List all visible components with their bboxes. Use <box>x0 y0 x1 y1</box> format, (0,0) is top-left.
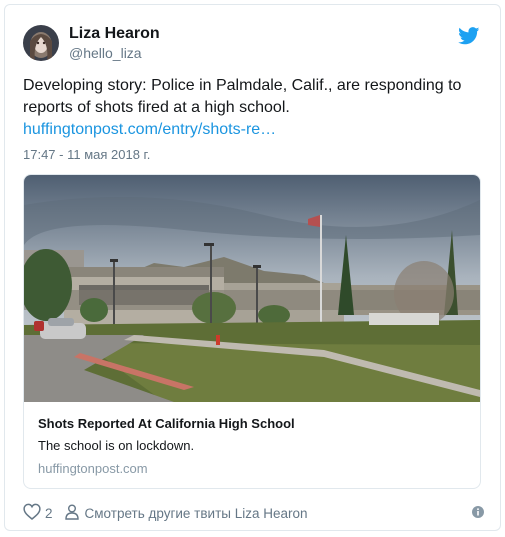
info-icon[interactable] <box>472 505 484 518</box>
like-count[interactable]: 2 <box>45 506 53 521</box>
link-card[interactable]: Shots Reported At California High School… <box>23 174 481 489</box>
tweet-timestamp[interactable]: 17:47 - 11 мая 2018 г. <box>23 147 150 162</box>
heart-icon[interactable] <box>23 503 41 523</box>
person-icon <box>64 504 79 523</box>
card-domain: huffingtonpost.com <box>38 461 148 476</box>
card-image[interactable] <box>24 175 480 402</box>
tweet-footer: 2 Смотреть другие твиты Liza Hearon <box>23 503 308 523</box>
tweet-text: Developing story: Police in Palmdale, Ca… <box>23 75 483 141</box>
embedded-tweet: Liza Hearon @hello_liza Developing story… <box>4 4 501 531</box>
card-title[interactable]: Shots Reported At California High School <box>38 416 295 431</box>
more-tweets-link[interactable]: Смотреть другие твиты Liza Hearon <box>85 506 308 521</box>
twitter-bird-icon[interactable] <box>458 27 480 45</box>
card-description: The school is on lockdown. <box>38 438 195 453</box>
author-handle[interactable]: @hello_liza <box>69 45 142 61</box>
avatar[interactable] <box>23 25 59 61</box>
tweet-link[interactable]: huffingtonpost.com/entry/shots-re… <box>23 121 276 138</box>
author-name[interactable]: Liza Hearon <box>69 25 160 43</box>
tweet-body: Developing story: Police in Palmdale, Ca… <box>23 77 462 116</box>
